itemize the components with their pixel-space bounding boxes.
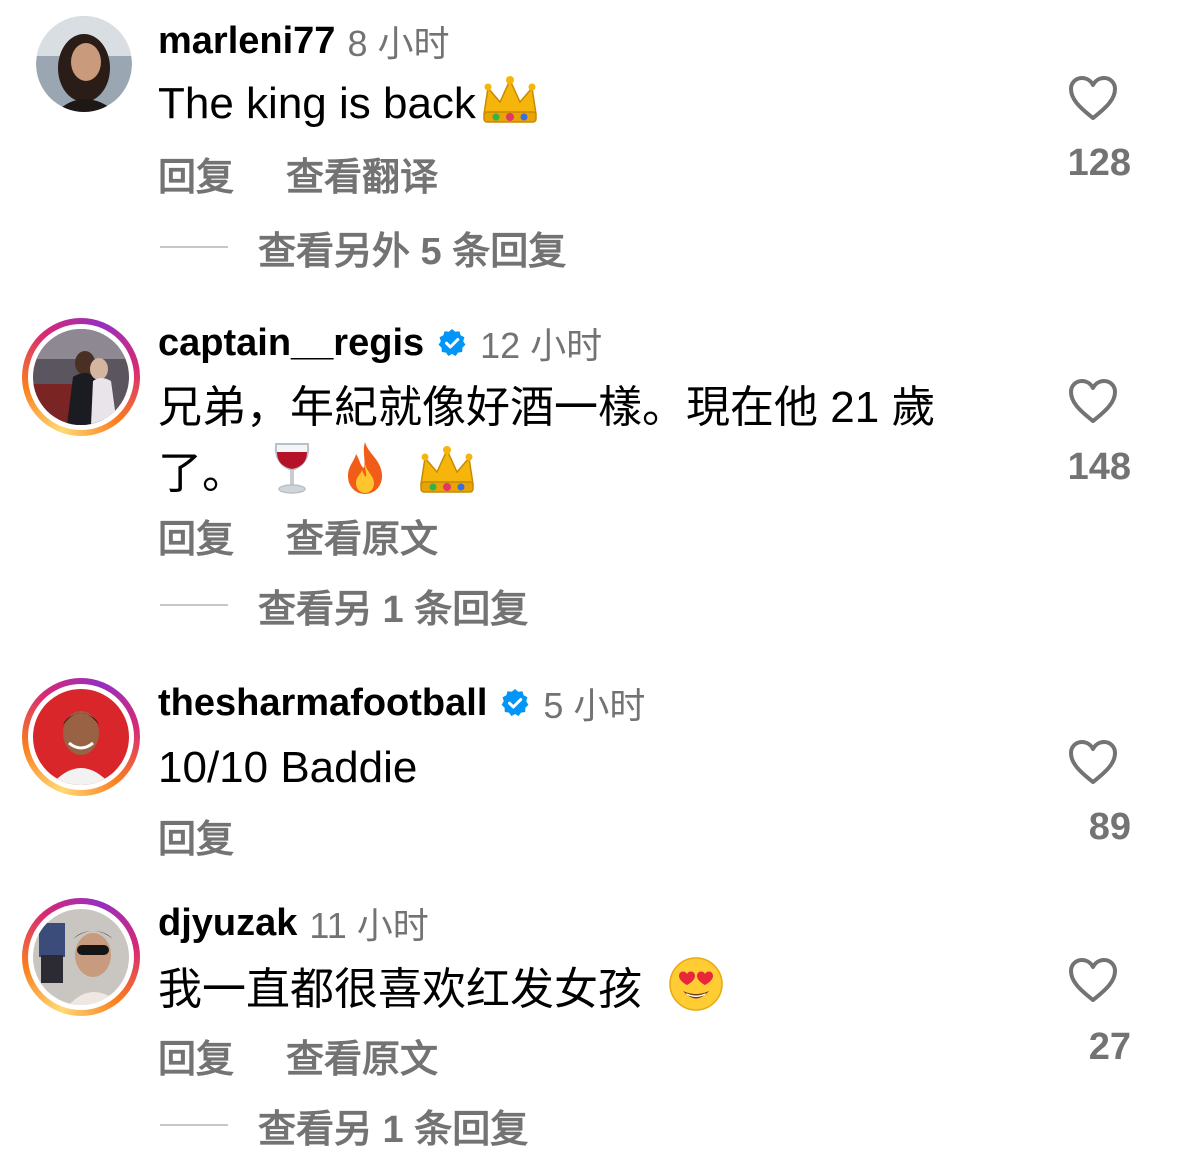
like-count: 128 <box>1067 142 1131 184</box>
like-count: 89 <box>1088 806 1131 848</box>
wine-glass-icon <box>270 440 314 514</box>
like-button[interactable] <box>1067 738 1119 786</box>
see-original-button[interactable]: 查看原文 <box>286 508 438 563</box>
avatar[interactable] <box>22 898 140 1016</box>
heart-eyes-icon <box>668 956 724 1030</box>
avatar[interactable] <box>36 16 132 112</box>
replies-divider <box>160 246 228 248</box>
comment-header: djyuzak 11 小时 <box>158 898 429 948</box>
crown-icon <box>417 444 477 514</box>
comment-text-content: 我一直都很喜欢红发女孩 <box>158 965 642 1014</box>
comment-actions: 回复 查看翻译 <box>158 146 490 201</box>
view-replies-label: 查看另 1 条回复 <box>258 1108 529 1151</box>
view-replies-label: 查看另外 5 条回复 <box>258 230 567 273</box>
reply-button[interactable]: 回复 <box>158 1028 234 1083</box>
reply-button[interactable]: 回复 <box>158 508 234 563</box>
comment-actions: 回复 查看原文 <box>158 508 490 563</box>
comment-header: captain__regis 12 小时 <box>158 318 602 368</box>
avatar-image-icon <box>33 329 129 425</box>
verified-badge-icon <box>436 327 468 359</box>
comment-actions: 回复 <box>158 808 286 863</box>
comment-text: 10/10 Baddie <box>158 736 1018 800</box>
view-replies-button[interactable]: 查看另 1 条回复 <box>160 580 529 631</box>
comment-text: The king is back <box>158 72 1018 144</box>
see-translation-button[interactable]: 查看翻译 <box>286 146 438 201</box>
reply-button[interactable]: 回复 <box>158 146 234 201</box>
view-replies-button[interactable]: 查看另 1 条回复 <box>160 1100 529 1151</box>
like-count: 27 <box>1088 1026 1131 1068</box>
timestamp: 8 小时 <box>347 23 450 64</box>
heart-icon <box>1069 76 1117 120</box>
comment-text-content: 10/10 Baddie <box>158 743 418 792</box>
avatar-image-icon <box>33 909 129 1005</box>
comment-header: thesharmafootball 5 小时 <box>158 678 645 728</box>
timestamp: 12 小时 <box>480 325 603 366</box>
verified-badge-icon <box>499 687 531 719</box>
like-button[interactable] <box>1067 74 1119 122</box>
heart-icon <box>1069 740 1117 784</box>
timestamp: 11 小时 <box>309 905 429 946</box>
comment-text: 兄弟，年紀就像好酒一樣。現在他 21 歲 了。 <box>158 376 1018 514</box>
username[interactable]: thesharmafootball <box>158 682 487 725</box>
comment-text: 我一直都很喜欢红发女孩 <box>158 956 1018 1030</box>
like-button[interactable] <box>1067 377 1119 425</box>
comment-text-line: 兄弟，年紀就像好酒一樣。現在他 21 歲 <box>158 383 936 432</box>
replies-divider <box>160 604 228 606</box>
crown-icon <box>480 74 540 144</box>
reply-button[interactable]: 回复 <box>158 808 234 863</box>
view-replies-label: 查看另 1 条回复 <box>258 588 529 631</box>
view-replies-button[interactable]: 查看另外 5 条回复 <box>160 222 567 273</box>
replies-divider <box>160 1124 228 1126</box>
avatar[interactable] <box>22 318 140 436</box>
username[interactable]: marleni77 <box>158 20 335 63</box>
comment-text-content: The king is back <box>158 79 476 128</box>
avatar[interactable] <box>22 678 140 796</box>
comment-header: marleni77 8 小时 <box>158 16 449 66</box>
heart-icon <box>1069 379 1117 423</box>
avatar-image-icon <box>36 16 132 112</box>
like-count: 148 <box>1067 446 1131 488</box>
comment-actions: 回复 查看原文 <box>158 1028 490 1083</box>
username[interactable]: djyuzak <box>158 902 297 945</box>
timestamp: 5 小时 <box>543 685 646 726</box>
username[interactable]: captain__regis <box>158 322 424 365</box>
comment-text-content: 了。 <box>158 449 246 498</box>
like-button[interactable] <box>1067 956 1119 1004</box>
comment-text-line: 了。 <box>158 440 1018 514</box>
fire-icon <box>340 440 390 514</box>
avatar-image-icon <box>33 689 129 785</box>
heart-icon <box>1069 958 1117 1002</box>
see-original-button[interactable]: 查看原文 <box>286 1028 438 1083</box>
